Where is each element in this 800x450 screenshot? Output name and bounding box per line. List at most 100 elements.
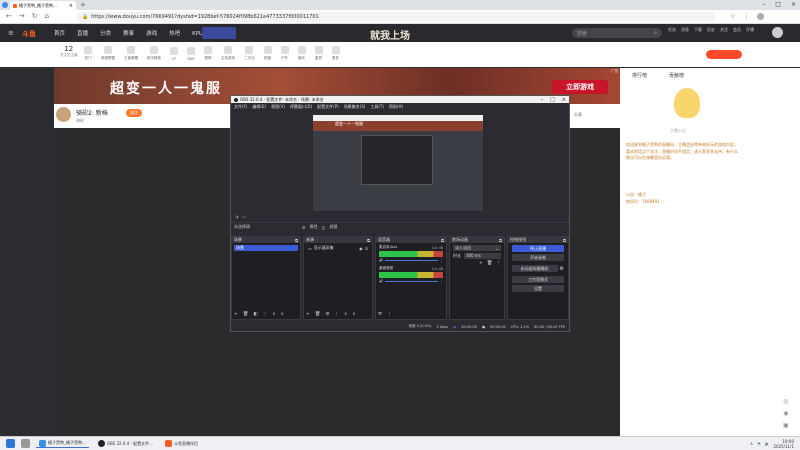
lock-source-icon[interactable]: ⊡ [365,246,368,251]
category-item-star[interactable]: 星秀 [314,46,323,61]
banner-play-button[interactable]: 立即游戏 [552,80,608,94]
reload-icon[interactable]: ↻ [32,12,38,20]
move-down-icon[interactable]: ∨ [281,312,284,317]
side-tool-icon[interactable]: ▣ [783,422,789,429]
move-up-icon[interactable]: ∧ [272,312,275,317]
settings-button[interactable]: 设置 [512,285,564,292]
add-transition-icon[interactable]: + [479,261,483,266]
side-tool-icon[interactable]: ◎ [783,398,788,405]
category-item-lol[interactable]: 英雄联盟 [101,46,115,61]
streamer-avatar[interactable] [56,107,71,122]
more-scene-icon[interactable]: ⋮ [263,312,268,317]
back-icon[interactable]: ← [6,12,12,20]
remove-transition-icon[interactable]: 🗑 [487,261,493,266]
category-item-wzry[interactable]: 王者荣耀 [124,46,138,61]
track-menu-icon[interactable]: ⋮ [440,258,444,262]
browser-tab[interactable]: 橘子黑鸭_橘子黑鸭... × [10,1,76,10]
category-item-hpjy[interactable]: 和平精英 [147,46,161,61]
search-input[interactable]: 搜索 [577,30,587,37]
scene-list-item[interactable]: 场景 [234,245,298,251]
search-box[interactable]: 搜索 ⌕ [572,28,662,38]
tray-chevron-icon[interactable]: ∧ [750,441,753,446]
nav-link-games[interactable]: 游戏 [146,29,157,37]
volume-slider[interactable] [385,259,438,261]
category-item-outdoor[interactable]: 户外 [280,46,289,61]
mixer-menu-icon[interactable]: ⋮ [387,312,392,317]
category-item-more[interactable]: 更多 [331,46,340,61]
properties-button[interactable]: 属性 [310,224,318,230]
category-item-ys[interactable]: 原神 [204,46,212,61]
nav-link-live[interactable]: 直播 [77,29,88,37]
obs-menu-profile[interactable]: 配置文件(P) [317,104,339,110]
nav-user-task[interactable]: 任务 [668,27,676,33]
nav-link-home[interactable]: 首页 [54,29,65,37]
nav-user-vip[interactable]: 会员 [733,27,741,33]
dock-undock-icon[interactable]: ⧉ [441,238,444,243]
category-item-cf[interactable]: CF [170,46,178,61]
visibility-icon[interactable]: ◉ [359,246,363,251]
avatar[interactable] [772,27,783,38]
add-source-icon[interactable]: + [306,312,310,317]
speaker-icon[interactable]: 🔊 [379,258,383,262]
obs-maximize-icon[interactable]: □ [550,97,555,103]
filters-button[interactable]: 滤镜 [329,224,337,230]
start-recording-button[interactable]: 开始录制 [512,254,564,261]
task-view-icon[interactable] [21,439,30,448]
move-up-icon[interactable]: ∧ [344,312,347,317]
url-field[interactable]: 🔒 https://www.douyu.com/7669491?dyshid=1… [76,12,716,22]
taskbar-item-douyu[interactable]: 斗鱼直播伴侣 [162,440,201,447]
stop-streaming-button[interactable]: 停止直播 [512,245,564,252]
profile-icon[interactable] [757,13,765,20]
close-window-icon[interactable]: × [791,1,796,8]
transition-select[interactable]: 淡入淡出 ⌄ [453,245,501,251]
add-scene-icon[interactable]: + [234,312,238,317]
more-source-icon[interactable]: ⋮ [335,312,340,317]
virtual-camera-button[interactable]: 启动虚拟摄像机 [512,265,558,272]
track-menu-icon[interactable]: ⋮ [440,279,444,283]
transition-menu-icon[interactable]: ⋮ [497,261,502,266]
clock-date[interactable]: 2025/11/1 [773,444,794,449]
category-item-yz[interactable]: 颜值 [263,46,272,61]
extensions-icon[interactable]: ⋮ [743,13,749,20]
preview-lock-icon[interactable]: ▭ [243,214,247,219]
dock-undock-icon[interactable]: ⧉ [295,238,298,243]
filter-scene-icon[interactable]: ◧ [254,312,258,317]
home-icon[interactable]: ⌂ [45,12,49,20]
share-button[interactable]: 分享 [574,112,582,118]
volume-slider[interactable] [385,280,438,282]
pc-client-badge[interactable] [706,50,742,59]
tab-close-icon[interactable]: × [69,3,73,9]
category-item-acg[interactable]: 二次元 [244,46,255,61]
minimize-icon[interactable]: – [762,1,765,8]
nav-event-badge[interactable] [202,27,236,39]
maximize-icon[interactable]: □ [775,1,781,8]
remove-source-icon[interactable]: 🗑 [315,312,321,317]
follow-button[interactable]: 关注 [126,109,142,117]
side-tool-icon[interactable]: ◉ [783,410,788,417]
nav-link-hot[interactable]: 热吧 [169,29,180,37]
duration-field[interactable]: 300 ms [464,253,501,259]
dock-undock-icon[interactable]: ⧉ [563,238,566,243]
forward-icon[interactable]: → [19,12,25,20]
move-down-icon[interactable]: ∨ [352,312,355,317]
search-icon[interactable]: ⌕ [654,30,657,36]
gear-icon[interactable]: ⚙ [302,225,306,230]
dock-undock-icon[interactable]: ⧉ [499,238,502,243]
studio-mode-button[interactable]: 工作室模式 [512,276,564,283]
nav-user-download[interactable]: 下载 [694,27,702,33]
nav-link-events[interactable]: 赛事 [123,29,134,37]
obs-menu-file[interactable]: 文件(F) [234,104,247,110]
virtual-camera-gear-icon[interactable]: ⚙ [560,266,564,272]
network-icon[interactable]: ◔ [757,441,761,446]
center-banner-title[interactable]: 就我上场 [370,27,410,42]
volume-icon[interactable]: 🔈 [765,441,770,446]
source-gear-icon[interactable]: ⚙ [326,312,330,317]
nav-user-follow[interactable]: 关注 [720,27,728,33]
preview-audio-icon[interactable]: ◑ [235,214,239,219]
star-icon[interactable]: ☆ [730,13,735,20]
nav-link-category[interactable]: 分类 [100,29,111,37]
nav-user-broadcast[interactable]: 开播 [746,27,754,33]
mixer-settings-icon[interactable]: ⚒ [378,312,382,317]
category-item-hot[interactable]: 热门 [84,46,92,61]
category-item-dnf[interactable]: DNF [187,46,195,61]
